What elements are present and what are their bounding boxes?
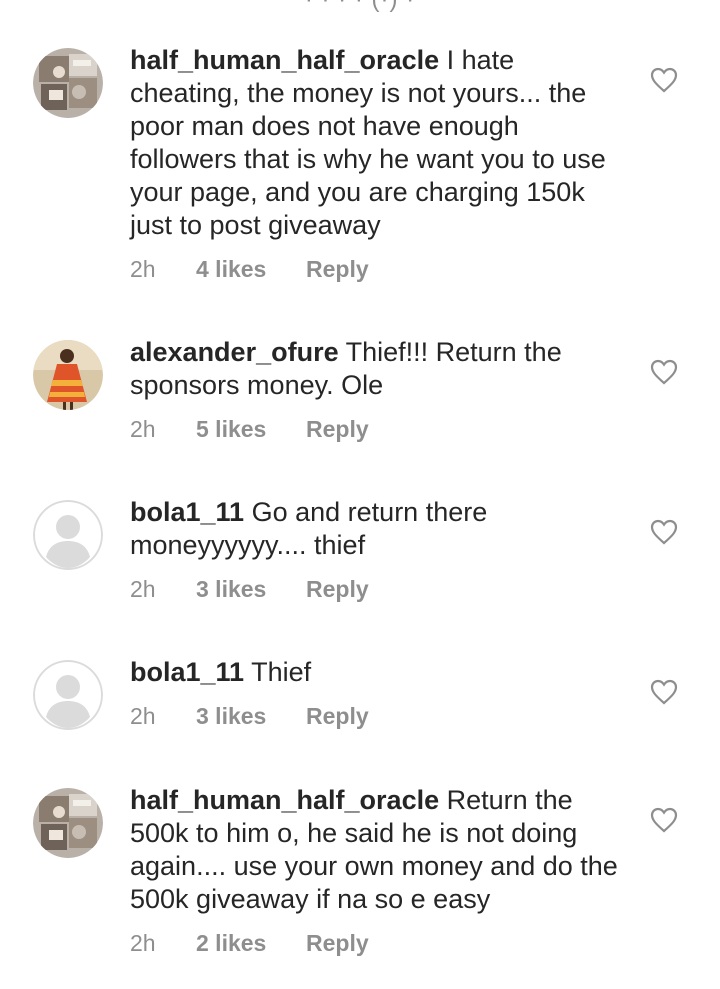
person-photo-icon — [33, 340, 103, 410]
like-heart-icon[interactable] — [650, 679, 678, 705]
comment-username[interactable]: alexander_ofure — [130, 337, 339, 367]
comment-body: half_human_half_oracle I hate cheating, … — [130, 44, 630, 242]
like-heart-icon[interactable] — [650, 359, 678, 385]
comment-likes[interactable]: 3 likes — [196, 703, 266, 730]
comment-likes[interactable]: 2 likes — [196, 930, 266, 957]
comment-time: 2h — [130, 416, 156, 442]
avatar[interactable] — [33, 48, 103, 118]
comment-body: alexander_ofure Thief!!! Return the spon… — [130, 336, 630, 402]
comment-time: 2h — [130, 930, 156, 956]
reply-button[interactable]: Reply — [306, 256, 369, 283]
default-profile-icon — [33, 660, 103, 730]
comment-username[interactable]: bola1_11 — [130, 657, 244, 687]
like-heart-icon[interactable] — [650, 67, 678, 93]
comment-likes[interactable]: 5 likes — [196, 416, 266, 443]
comment-username[interactable]: bola1_11 — [130, 497, 244, 527]
reply-button[interactable]: Reply — [306, 416, 369, 443]
avatar[interactable] — [33, 340, 103, 410]
comment-username[interactable]: half_human_half_oracle — [130, 45, 439, 75]
reply-button[interactable]: Reply — [306, 576, 369, 603]
comment-body: half_human_half_oracle Return the 500k t… — [130, 784, 630, 916]
comment-time: 2h — [130, 703, 156, 729]
reply-button[interactable]: Reply — [306, 930, 369, 957]
comment-body: bola1_11 Thief — [130, 656, 630, 689]
comment-time: 2h — [130, 256, 156, 282]
photo-collage-icon — [33, 48, 103, 118]
default-profile-icon — [33, 500, 103, 570]
comment-username[interactable]: half_human_half_oracle — [130, 785, 439, 815]
like-heart-icon[interactable] — [650, 807, 678, 833]
comment-text: Thief — [251, 657, 312, 687]
comment-body: bola1_11 Go and return there moneyyyyyy.… — [130, 496, 630, 562]
reply-button[interactable]: Reply — [306, 703, 369, 730]
comment-time: 2h — [130, 576, 156, 602]
like-heart-icon[interactable] — [650, 519, 678, 545]
avatar[interactable] — [33, 500, 103, 570]
avatar[interactable] — [33, 660, 103, 730]
comment-likes[interactable]: 4 likes — [196, 256, 266, 283]
comment-likes[interactable]: 3 likes — [196, 576, 266, 603]
photo-collage-icon — [33, 788, 103, 858]
avatar[interactable] — [33, 788, 103, 858]
truncated-header: · · · · (·) · — [0, 0, 720, 14]
